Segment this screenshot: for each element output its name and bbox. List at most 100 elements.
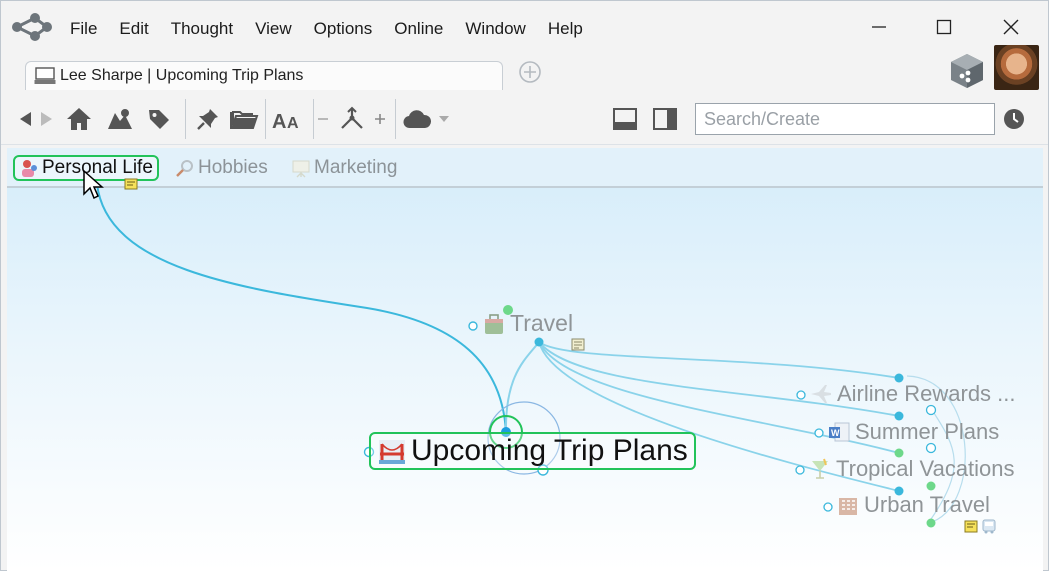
thought-summer-plans[interactable]: W Summer Plans	[827, 419, 999, 445]
thought-airline-rewards[interactable]: Airline Rewards ...	[809, 381, 1016, 407]
network-icon	[341, 106, 363, 129]
thought-label: Tropical Vacations	[836, 456, 1015, 481]
svg-text:A: A	[287, 115, 299, 132]
folder-icon	[230, 111, 259, 129]
forward-button[interactable]	[37, 103, 57, 135]
user-avatar[interactable]	[994, 45, 1039, 90]
thought-tropical-vacations[interactable]: Tropical Vacations	[808, 456, 1015, 482]
thought-label: Urban Travel	[864, 492, 990, 517]
link-personal-life	[96, 183, 507, 433]
minimize-button[interactable]	[846, 9, 912, 45]
minus-icon	[318, 118, 328, 120]
thought-travel[interactable]: Travel	[482, 310, 573, 337]
app-window: File Edit Thought View Options Online Wi…	[0, 0, 1049, 571]
history-button[interactable]	[999, 103, 1029, 135]
menu-edit[interactable]: Edit	[108, 17, 159, 41]
pin-icon	[197, 109, 218, 130]
brain-tab[interactable]: Lee Sharpe | Upcoming Trip Plans	[25, 61, 503, 90]
layout-bottom-icon	[613, 108, 637, 130]
clock-icon	[1004, 109, 1024, 129]
pin-hobbies[interactable]: Hobbies	[175, 155, 268, 181]
toolbar-separator	[185, 99, 186, 139]
types-button[interactable]	[103, 103, 137, 135]
word-document-icon: W	[829, 422, 850, 442]
tags-button[interactable]	[144, 103, 174, 135]
airplane-icon	[811, 385, 831, 403]
home-icon	[67, 108, 91, 130]
svg-text:W: W	[831, 428, 840, 438]
pin-label: Marketing	[314, 157, 398, 178]
expand-button[interactable]	[371, 103, 389, 135]
plus-icon	[375, 114, 385, 124]
open-folder-button[interactable]	[228, 103, 260, 135]
link-airline-rewards	[538, 341, 900, 379]
thought-label: Travel	[510, 310, 574, 336]
thought-label: Airline Rewards ...	[837, 381, 1016, 406]
search-input[interactable]	[695, 103, 995, 135]
tab-label: Lee Sharpe | Upcoming Trip Plans	[60, 67, 304, 84]
bottom-panel-toggle[interactable]	[609, 103, 641, 135]
types-icon	[108, 109, 132, 129]
presentation-icon	[292, 160, 310, 178]
menu-file[interactable]: File	[59, 17, 108, 41]
font-size-icon: AA	[272, 111, 299, 133]
home-button[interactable]	[63, 103, 95, 135]
cloud-sync-button[interactable]	[401, 103, 433, 135]
back-button[interactable]	[15, 103, 35, 135]
tab-row: Lee Sharpe | Upcoming Trip Plans	[1, 45, 1048, 95]
menu-window[interactable]: Window	[454, 17, 536, 41]
maximize-button[interactable]	[911, 9, 977, 45]
thebrain-logo-icon[interactable]	[11, 11, 53, 41]
mouse-cursor-icon	[83, 169, 104, 200]
menu-online[interactable]: Online	[383, 17, 454, 41]
brain-cube-icon[interactable]	[948, 51, 986, 89]
layout-side-icon	[653, 108, 677, 130]
maximize-icon	[936, 19, 952, 35]
thought-label: Upcoming Trip Plans	[411, 434, 688, 467]
close-button[interactable]	[978, 9, 1044, 45]
svg-text:A: A	[272, 111, 286, 133]
tag-icon	[149, 110, 169, 129]
menu-help[interactable]: Help	[537, 17, 594, 41]
plex-canvas[interactable]: Personal Life Hobbies Marketing Travel U…	[7, 148, 1043, 571]
magnifier-icon	[176, 160, 193, 177]
cloud-dropdown-button[interactable]	[436, 103, 452, 135]
note-icon	[124, 178, 138, 190]
close-icon	[1003, 19, 1019, 35]
thought-upcoming-trip-plans[interactable]: Upcoming Trip Plans	[369, 432, 696, 470]
toolbar-separator	[265, 99, 266, 139]
bus-icon	[982, 519, 996, 534]
menu-thought[interactable]: Thought	[160, 17, 244, 41]
thought-urban-travel[interactable]: Urban Travel	[836, 492, 990, 518]
minimize-icon	[872, 26, 886, 28]
toolbar: AA	[1, 95, 1048, 145]
pin-label: Hobbies	[198, 157, 268, 178]
collapse-button[interactable]	[315, 103, 331, 135]
menu-bar: File Edit Thought View Options Online Wi…	[59, 17, 594, 41]
building-icon	[839, 498, 857, 515]
menu-options[interactable]: Options	[303, 17, 384, 41]
note-icon	[571, 338, 585, 351]
toolbar-separator	[313, 99, 314, 139]
back-arrow-icon	[20, 112, 31, 126]
toolbar-separator	[395, 99, 396, 139]
new-tab-icon[interactable]	[517, 59, 543, 85]
bridge-icon	[379, 440, 405, 464]
suitcase-icon	[485, 313, 503, 334]
pins-bar: Personal Life Hobbies Marketing	[7, 148, 1043, 190]
expand-network-button[interactable]	[337, 103, 367, 135]
pin-marketing[interactable]: Marketing	[291, 155, 397, 181]
side-panel-toggle[interactable]	[649, 103, 681, 135]
pin-button[interactable]	[193, 103, 223, 135]
chevron-down-icon	[439, 116, 449, 122]
person-icon	[22, 160, 37, 177]
cocktail-icon	[812, 458, 828, 479]
title-bar: File Edit Thought View Options Online Wi…	[1, 1, 1048, 55]
font-size-button[interactable]: AA	[271, 103, 303, 135]
menu-view[interactable]: View	[244, 17, 303, 41]
note-icon	[964, 520, 978, 533]
thought-label: Summer Plans	[855, 419, 1000, 444]
cloud-icon	[403, 110, 432, 129]
link-travel	[504, 341, 540, 433]
forward-arrow-icon	[41, 112, 52, 126]
